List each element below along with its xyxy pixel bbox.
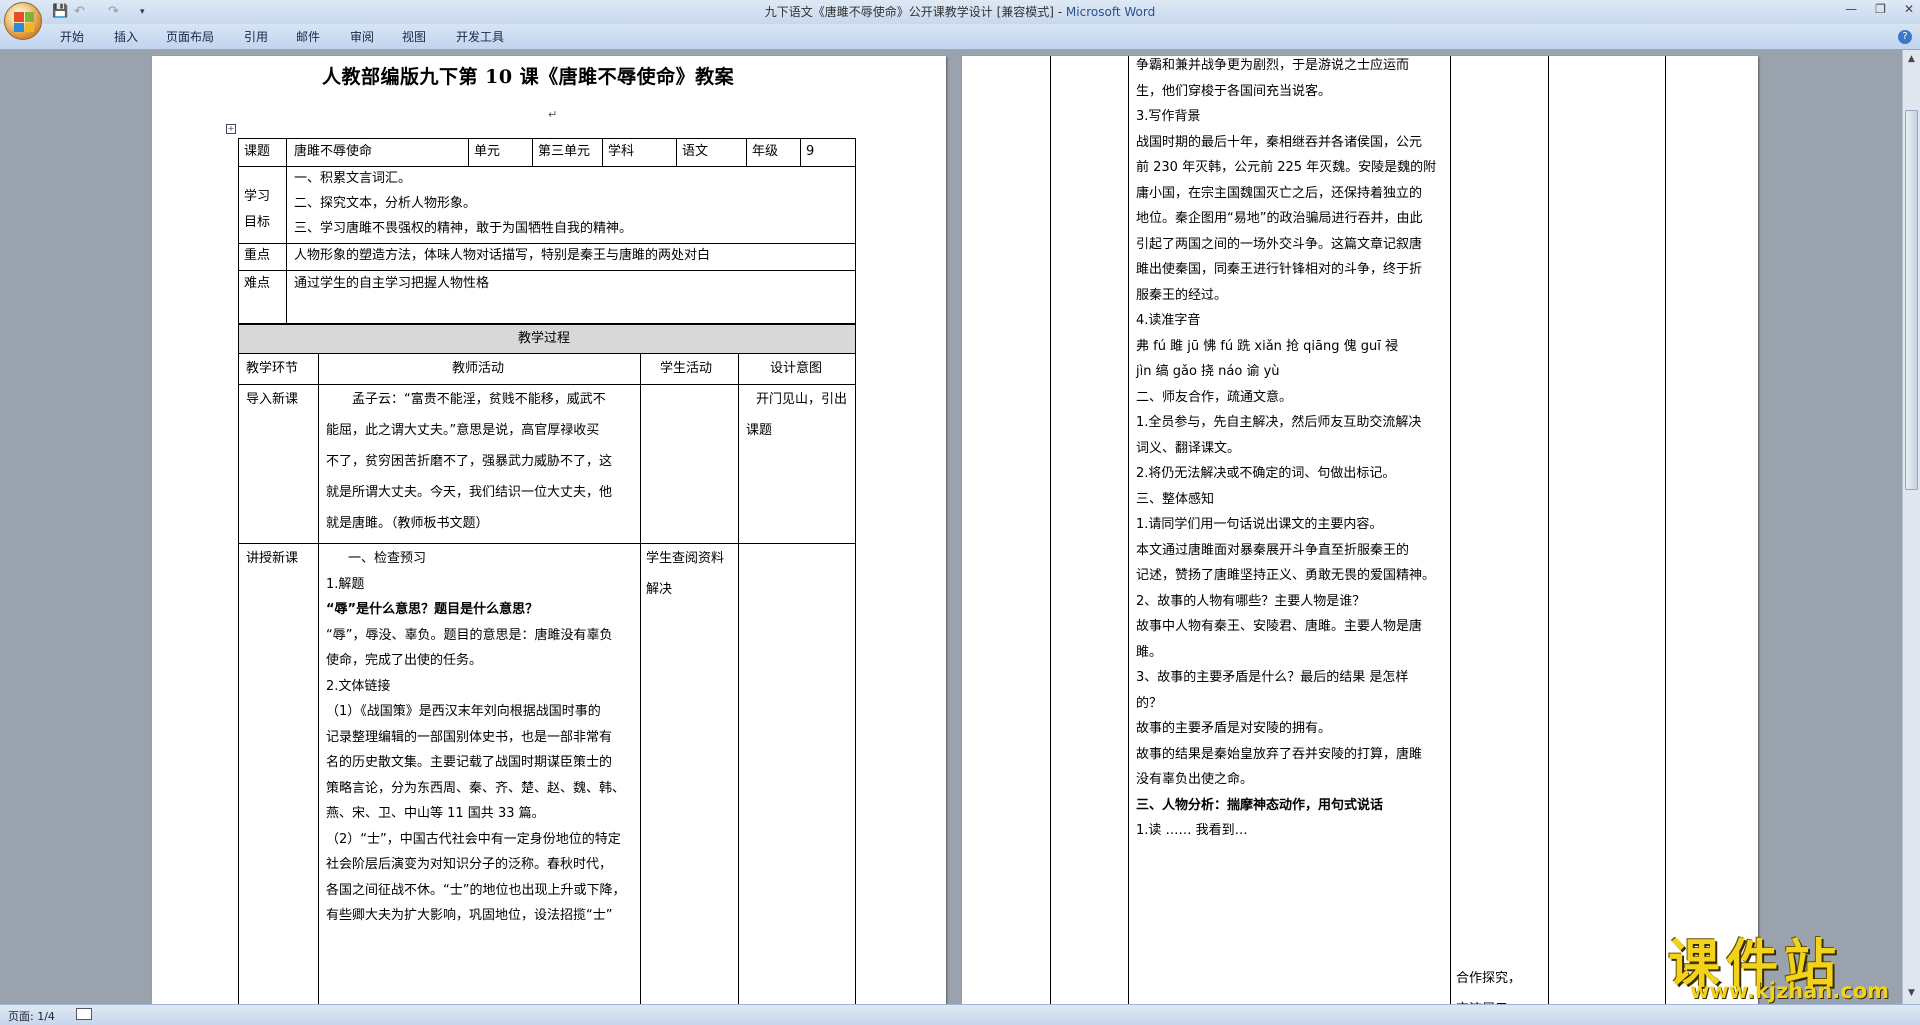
unit-value: 第三单元 — [538, 144, 591, 159]
ribbon-tab-bar: 开始 插入 页面布局 引用 邮件 审阅 视图 开发工具 ? — [0, 24, 1920, 50]
row1-intent-line: 课题 — [746, 423, 773, 438]
key-label: 重点 — [244, 248, 271, 263]
status-bar: 页面: 1/4 — [0, 1004, 1920, 1025]
tab-home[interactable]: 开始 — [60, 29, 84, 45]
process-header: 教学过程 — [518, 331, 571, 346]
text-line: 1.读 …… 我看到… — [1136, 823, 1248, 838]
tab-developer[interactable]: 开发工具 — [456, 29, 504, 45]
row1-teacher-line: 能屈，此之谓大丈夫。”意思是说，高官厚禄收买 — [326, 423, 600, 438]
row1-teacher-line: 就是所谓大丈夫。今天，我们结识一位大丈夫，他 — [326, 485, 613, 500]
tab-review[interactable]: 审阅 — [350, 29, 374, 45]
goals-label-2: 目标 — [244, 215, 271, 230]
key-text: 人物形象的塑造方法，体味人物对话描写，特别是秦王与唐雎的两处对白 — [294, 248, 711, 263]
minimize-icon[interactable]: — — [1845, 2, 1857, 16]
row1-intent-line: 开门见山，引出 — [756, 392, 848, 407]
page2-student-line: 交流展示 — [1456, 994, 1508, 1004]
page-2: 争霸和兼并战争更为剧烈，于是游说之士应运而 生，他们穿梭于各国间充当说客。 3.写作… — [962, 56, 1758, 1004]
help-icon[interactable]: ? — [1898, 30, 1912, 44]
grade-label: 年级 — [752, 144, 779, 159]
goals-label-1: 学习 — [244, 189, 271, 204]
row2-student-line: 学生查阅资料 — [646, 551, 725, 566]
difficulty-text: 通过学生的自主学习把握人物性格 — [294, 276, 490, 291]
page-counter[interactable]: 页面: 1/4 — [8, 1008, 55, 1024]
tab-references[interactable]: 引用 — [244, 29, 268, 45]
document-area: 人教部编版九下第 10 课《唐雎不辱使命》教案 ↵ + 课题 唐雎不辱使命 单元… — [0, 50, 1902, 1004]
goal-item: 二、探究文本，分析人物形象。 — [294, 196, 477, 211]
scroll-down-icon[interactable]: ▼ — [1906, 988, 1917, 998]
watermark-url: www.kjzhan.com — [1690, 979, 1890, 1003]
row1-stage: 导入新课 — [246, 392, 299, 407]
doc-title: 人教部编版九下第 10 课《唐雎不辱使命》教案 — [322, 66, 735, 88]
window-title: 九下语文《唐雎不辱使命》公开课教学设计 [兼容模式] - Microsoft W… — [764, 5, 1156, 19]
difficulty-label: 难点 — [244, 276, 271, 291]
row1-teacher-line: 不了，贫穷困苦折磨不了，强暴武力威胁不了，这 — [326, 454, 613, 469]
col-intent: 设计意图 — [770, 361, 823, 376]
office-button[interactable] — [4, 2, 42, 40]
col-student: 学生活动 — [660, 361, 713, 376]
tab-insert[interactable]: 插入 — [114, 29, 138, 45]
row2-stage: 讲授新课 — [246, 551, 299, 566]
row2-student-line: 解决 — [646, 582, 673, 597]
title-bar: 💾 ↶ ↷ ▾ 九下语文《唐雎不辱使命》公开课教学设计 [兼容模式] - Mic… — [0, 0, 1920, 24]
grade-value: 9 — [806, 144, 815, 159]
row1-teacher-line: 孟子云：“富贵不能淫，贫贱不能移，威武不 — [352, 392, 606, 407]
subject-value: 语文 — [682, 144, 709, 159]
topic-value: 唐雎不辱使命 — [294, 144, 373, 159]
watermark-logo: 课件站 www.kjzhan.com — [1668, 922, 1903, 1004]
office-logo-icon — [14, 12, 34, 32]
proofing-icon[interactable] — [76, 1008, 92, 1020]
text-line: 3、故事的主要矛盾是什么？最后的结果 是怎样 — [1136, 670, 1409, 685]
table-move-handle-icon[interactable]: + — [226, 124, 236, 134]
tab-view[interactable]: 视图 — [402, 29, 426, 45]
vertical-scrollbar[interactable]: ▲ ▼ — [1902, 50, 1920, 1004]
topic-label: 课题 — [244, 144, 271, 159]
text-line: 有些卿大夫为扩大影响，巩固地位，设法招揽“士” — [326, 908, 613, 923]
scroll-up-icon[interactable]: ▲ — [1906, 54, 1917, 64]
goal-item: 一、积累文言词汇。 — [294, 171, 412, 186]
col-stage: 教学环节 — [246, 361, 299, 376]
row1-teacher-line: 就是唐雎。（教师板书文题） — [326, 516, 489, 531]
tab-mailings[interactable]: 邮件 — [296, 29, 320, 45]
page2-student-line: 合作探究， — [1456, 971, 1522, 986]
unit-label: 单元 — [474, 144, 501, 159]
text-line: 故事中人物有秦王、安陵君、唐雎。主要人物是唐 — [1136, 619, 1423, 634]
page-1: 人教部编版九下第 10 课《唐雎不辱使命》教案 ↵ + 课题 唐雎不辱使命 单元… — [152, 56, 946, 1004]
restore-icon[interactable]: ❐ — [1875, 2, 1886, 16]
tab-page-layout[interactable]: 页面布局 — [166, 29, 214, 45]
goal-item: 三、学习唐雎不畏强权的精神，敢于为国牺牲自我的精神。 — [294, 221, 633, 236]
subject-label: 学科 — [608, 144, 635, 159]
close-icon[interactable]: ✕ — [1904, 2, 1914, 16]
col-teacher: 教师活动 — [452, 361, 505, 376]
scrollbar-thumb[interactable] — [1905, 110, 1918, 490]
